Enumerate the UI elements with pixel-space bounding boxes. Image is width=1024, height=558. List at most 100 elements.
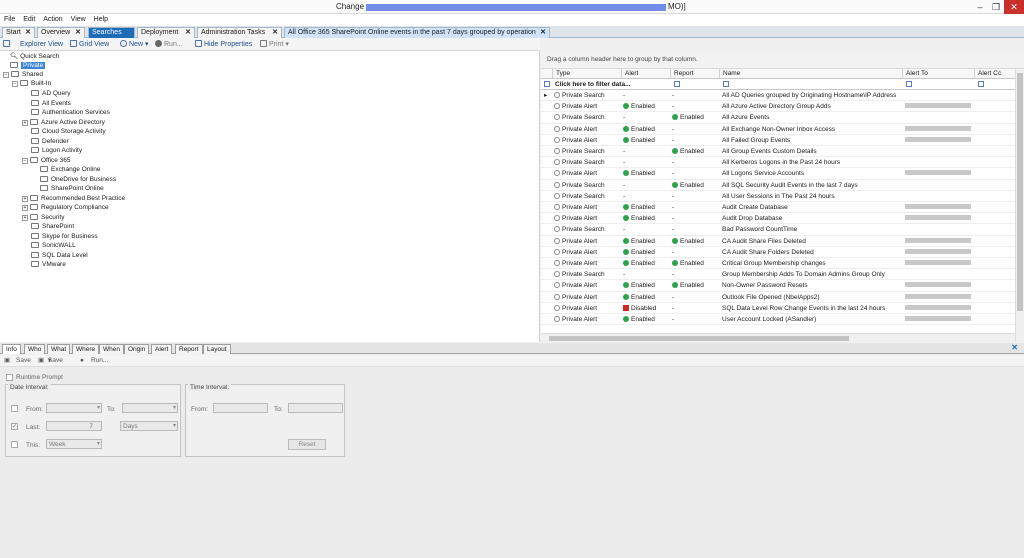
table-row[interactable]: Private Alert Enabled Enabled CA Audit Shar…: [541, 236, 1015, 247]
close-icon[interactable]: ✕: [75, 28, 81, 38]
collapse-icon[interactable]: −: [3, 72, 9, 78]
tab-searches[interactable]: Searches: [88, 27, 135, 38]
menu-view[interactable]: View: [71, 14, 86, 26]
run-button[interactable]: Run...: [155, 39, 183, 50]
last-unit-select[interactable]: Days: [120, 421, 178, 431]
filter-prompt[interactable]: Click here to filter data...: [555, 79, 631, 90]
tree-item-ad-query[interactable]: AD Query: [31, 89, 71, 98]
table-row[interactable]: Private Search - - All Kerberos Logons in t…: [541, 157, 1015, 169]
this-checkbox[interactable]: [11, 441, 18, 448]
this-period-select[interactable]: Week: [46, 439, 102, 449]
tree-item-security[interactable]: + Security: [22, 213, 64, 222]
tree-item-sharepoint-online[interactable]: SharePoint Online: [40, 184, 104, 193]
scroll-thumb[interactable]: [549, 336, 849, 341]
tree-item-office-365[interactable]: − Office 365: [22, 156, 71, 165]
time-to-input[interactable]: [288, 403, 343, 413]
tree-item-vmware[interactable]: VMware: [31, 260, 66, 269]
column-alert-cc[interactable]: Alert Cc: [975, 69, 1015, 79]
filter-icon[interactable]: [674, 81, 680, 87]
column-name[interactable]: Name: [720, 69, 903, 79]
tab-where[interactable]: Where: [72, 344, 100, 354]
filter-icon[interactable]: [978, 81, 984, 87]
tree-item-cloud-storage-activity[interactable]: Cloud Storage Activity: [31, 127, 106, 136]
table-row[interactable]: Private Alert Enabled - Audit Create Databa…: [541, 202, 1015, 214]
tab-what[interactable]: What: [47, 344, 71, 354]
filter-icon[interactable]: [723, 81, 729, 87]
menu-help[interactable]: Help: [94, 14, 108, 26]
tree-item-azure-active-directory[interactable]: + Azure Active Directory: [22, 118, 105, 127]
table-row[interactable]: Private Alert Enabled - All Exchange Non-Ow…: [541, 124, 1015, 135]
menu-action[interactable]: Action: [43, 14, 62, 26]
tree-item-sql-data-level[interactable]: SQL Data Level: [31, 251, 88, 260]
tab-origin[interactable]: Origin: [124, 344, 150, 354]
tree-item-regulatory-compliance[interactable]: + Regulatory Compliance: [22, 203, 109, 212]
table-row[interactable]: Private Search - Enabled All SQL Security A…: [541, 180, 1015, 191]
close-icon[interactable]: ✕: [1011, 343, 1018, 352]
maximize-button[interactable]: ❐: [988, 0, 1004, 14]
tab-alert[interactable]: Alert: [151, 344, 173, 354]
tab-administration-tasks[interactable]: Administration Tasks ✕: [197, 27, 282, 38]
tree-item-all-events[interactable]: All Events: [31, 99, 71, 108]
table-row[interactable]: Private Alert Enabled - All Failed Group Ev…: [541, 135, 1015, 146]
table-row[interactable]: Private Search - - Group Membership Adds To…: [541, 269, 1015, 281]
run-query-button[interactable]: Run...: [91, 355, 108, 367]
table-row[interactable]: Private Alert Disabled - SQL Data Level Row…: [541, 303, 1015, 314]
expand-icon[interactable]: +: [22, 205, 28, 211]
tree-item-built-in[interactable]: − Built-In: [12, 79, 51, 88]
tree-item-onedrive-for-business[interactable]: OneDrive for Business: [40, 175, 116, 184]
from-checkbox[interactable]: [11, 405, 18, 412]
table-row[interactable]: Private Alert Enabled - Outlook File Opened…: [541, 292, 1015, 303]
last-checkbox[interactable]: ✓: [11, 423, 18, 430]
tree-item-recommended-best-practice[interactable]: + Recommended Best Practice: [22, 194, 125, 203]
close-icon[interactable]: ✕: [25, 28, 31, 38]
menu-edit[interactable]: Edit: [23, 14, 35, 26]
tab-when[interactable]: When: [99, 344, 124, 354]
tree-item-shared[interactable]: − Shared: [3, 70, 43, 79]
tree-item-exchange-online[interactable]: Exchange Online: [40, 165, 101, 174]
close-icon[interactable]: ✕: [272, 28, 278, 38]
from-date-input[interactable]: [46, 403, 102, 413]
close-icon[interactable]: ✕: [185, 28, 191, 38]
table-row[interactable]: Private Search - Enabled All Azure Events: [541, 112, 1015, 124]
table-row[interactable]: Private Alert Enabled - All Azure Active Di…: [541, 101, 1015, 113]
minimize-button[interactable]: –: [972, 0, 988, 14]
tree-item-logon-activity[interactable]: Logon Activity: [31, 146, 82, 155]
to-date-input[interactable]: [122, 403, 178, 413]
filter-icon[interactable]: [906, 81, 912, 87]
collapse-icon[interactable]: −: [22, 157, 28, 164]
column-report[interactable]: Report: [671, 69, 720, 79]
expand-icon[interactable]: +: [22, 119, 28, 126]
tree-item-sharepoint[interactable]: SharePoint: [31, 222, 74, 231]
grid-view-button[interactable]: Grid View: [70, 39, 109, 50]
tab-info[interactable]: Info: [2, 344, 21, 354]
tree-item-sonicwall[interactable]: SonicWALL: [31, 241, 76, 250]
last-value-stepper[interactable]: 7: [46, 421, 102, 431]
table-row[interactable]: ▸ Private Search - - All AD Queries grouped …: [541, 90, 1015, 102]
tree-item-quick-search[interactable]: 🔍︎ Quick Search: [10, 52, 59, 61]
expand-icon[interactable]: +: [22, 195, 28, 202]
tab-layout[interactable]: Layout: [203, 344, 231, 354]
menu-file[interactable]: File: [4, 14, 15, 26]
print-button[interactable]: Print ▾: [260, 39, 289, 50]
column-alert[interactable]: Alert: [622, 69, 671, 79]
table-row[interactable]: Private Alert Enabled Enabled Non-Owner Pas…: [541, 280, 1015, 292]
close-window-button[interactable]: ✕: [1004, 0, 1024, 14]
group-by-hint[interactable]: Drag a column header here to group by th…: [541, 51, 1024, 69]
save-as-button[interactable]: Save As ▾: [48, 355, 63, 376]
tree-item-authentication-services[interactable]: Authentication Services: [31, 108, 110, 117]
new-button[interactable]: New ▾: [120, 39, 148, 50]
collapse-icon[interactable]: −: [12, 81, 18, 87]
table-row[interactable]: Private Search - Enabled All Group Events C…: [541, 146, 1015, 158]
tree-item-private[interactable]: Private: [10, 61, 46, 70]
tab-sharepoint-events[interactable]: All Office 365 SharePoint Online events …: [284, 27, 550, 38]
tab-who[interactable]: Who: [24, 344, 46, 354]
time-from-input[interactable]: [213, 403, 268, 413]
horizontal-scrollbar[interactable]: [541, 333, 1015, 342]
tab-deployment[interactable]: Deployment ✕: [137, 27, 195, 38]
tree-item-defender[interactable]: Defender: [31, 137, 69, 146]
filter-row[interactable]: Click here to filter data...: [541, 79, 1015, 90]
table-row[interactable]: Private Search - - All User Sessions in The…: [541, 191, 1015, 202]
expand-icon[interactable]: +: [22, 214, 28, 221]
reset-button[interactable]: Reset: [288, 439, 326, 450]
tab-overview[interactable]: Overview ✕: [37, 27, 85, 38]
